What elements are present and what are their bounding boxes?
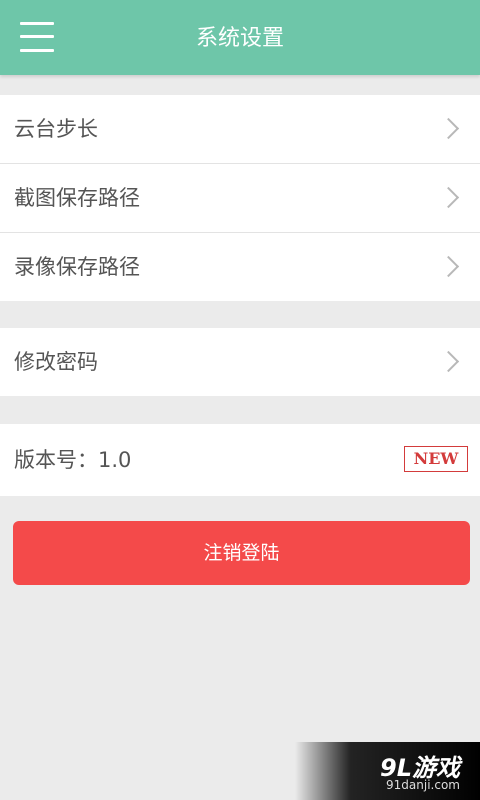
watermark: 9L游戏 91danji.com xyxy=(295,742,480,800)
settings-item-recording-path[interactable]: 录像保存路径 xyxy=(0,233,480,301)
settings-item-screenshot-path[interactable]: 截图保存路径 xyxy=(0,164,480,233)
logout-button[interactable]: 注销登陆 xyxy=(13,521,470,585)
settings-item-label: 云台步长 xyxy=(14,117,98,141)
settings-item-label: 截图保存路径 xyxy=(14,186,140,210)
settings-group-paths: 云台步长 截图保存路径 录像保存路径 xyxy=(0,95,480,301)
version-row: 版本号：1.0 NEW xyxy=(0,424,480,496)
settings-item-ptz-step[interactable]: 云台步长 xyxy=(0,95,480,164)
chevron-right-icon xyxy=(437,350,460,373)
settings-item-label: 修改密码 xyxy=(14,350,98,374)
version-label: 版本号：1.0 xyxy=(14,448,132,472)
settings-group-account: 修改密码 xyxy=(0,328,480,396)
page-title: 系统设置 xyxy=(195,26,284,51)
app-header: 系统设置 xyxy=(0,0,480,75)
settings-item-label: 录像保存路径 xyxy=(14,255,140,279)
chevron-right-icon xyxy=(437,255,460,278)
chevron-right-icon xyxy=(437,117,460,140)
watermark-url: 91danji.com xyxy=(386,778,460,792)
settings-item-change-password[interactable]: 修改密码 xyxy=(0,328,480,396)
new-badge: NEW xyxy=(404,446,468,472)
chevron-right-icon xyxy=(437,186,460,209)
